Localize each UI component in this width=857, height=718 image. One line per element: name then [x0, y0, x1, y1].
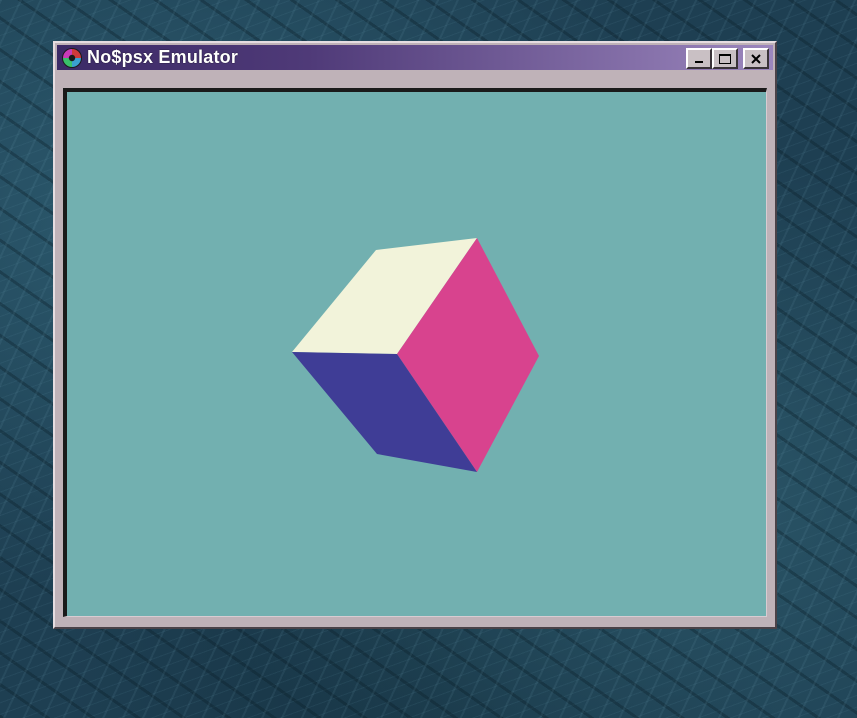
minimize-icon	[695, 60, 703, 63]
maximize-button[interactable]	[712, 48, 738, 69]
emulator-window[interactable]: No$psx Emulator	[53, 41, 777, 629]
close-icon	[751, 53, 761, 64]
app-icon[interactable]	[61, 47, 83, 69]
minimize-button[interactable]	[686, 48, 712, 69]
desktop-background: No$psx Emulator	[0, 0, 857, 718]
emulator-display[interactable]	[63, 88, 767, 617]
close-button[interactable]	[743, 48, 769, 69]
window-title: No$psx Emulator	[87, 47, 239, 67]
title-bar[interactable]: No$psx Emulator	[57, 45, 773, 70]
title-bar-buttons	[686, 48, 769, 69]
maximize-icon	[719, 53, 731, 64]
rendered-scene	[292, 238, 539, 472]
